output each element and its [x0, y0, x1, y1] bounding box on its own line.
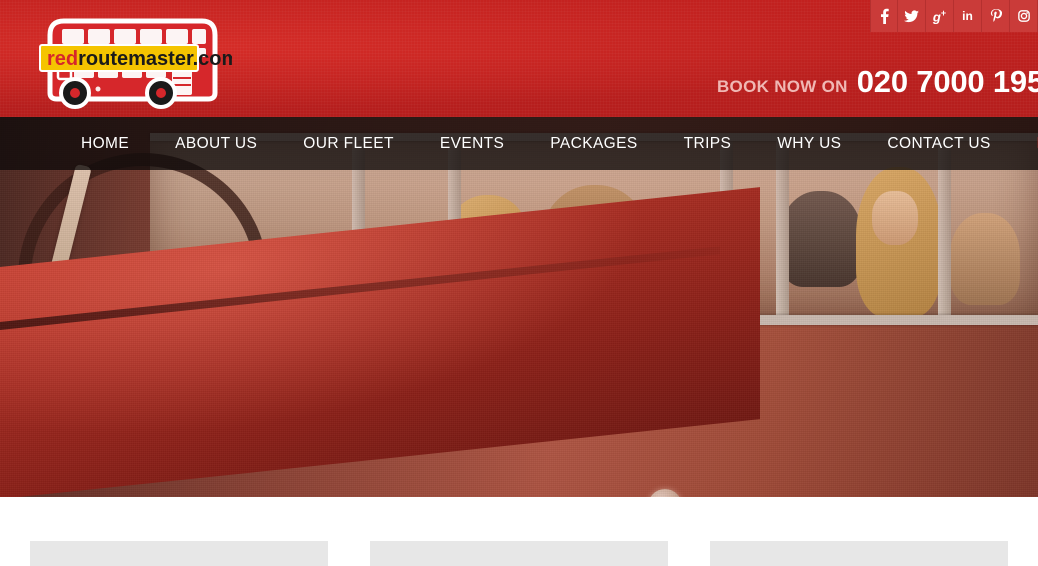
svg-text:redroutemaster.com: redroutemaster.com	[47, 48, 232, 70]
header-phone[interactable]: BOOK NOW ON 020 7000 195	[717, 64, 1038, 100]
nav-item-about-us[interactable]: ABOUT US	[152, 135, 280, 153]
nav-item-packages[interactable]: PACKAGES	[527, 135, 660, 153]
nav-item-events[interactable]: EVENTS	[417, 135, 527, 153]
phone-label: BOOK NOW ON	[716, 77, 848, 96]
page-root: redroutemaster.com g+ in BOOK NOW ON 020…	[0, 0, 1038, 566]
nav-item-book-now[interactable]: BOOK NOW	[1014, 135, 1038, 153]
facebook-icon[interactable]	[870, 0, 898, 32]
content-section: OUR FLEET OUR PACKAGES OUR EVENTS	[0, 497, 1038, 566]
nav-item-home[interactable]: HOME	[58, 135, 152, 153]
feature-card-our-packages[interactable]: OUR PACKAGES	[370, 541, 668, 566]
site-logo[interactable]: redroutemaster.com	[22, 5, 232, 110]
feature-card-our-fleet[interactable]: OUR FLEET	[30, 541, 328, 566]
instagram-icon[interactable]	[1010, 0, 1038, 32]
main-navigation: HOME ABOUT US OUR FLEET EVENTS PACKAGES …	[0, 117, 1038, 170]
phone-number: 020 7000 195	[856, 64, 1038, 99]
nav-item-our-fleet[interactable]: OUR FLEET	[280, 135, 417, 153]
site-header: redroutemaster.com g+ in BOOK NOW ON 020…	[0, 0, 1038, 117]
google-plus-icon[interactable]: g+	[926, 0, 954, 32]
nav-item-contact-us[interactable]: CONTACT US	[864, 135, 1013, 153]
nav-item-why-us[interactable]: WHY US	[754, 135, 864, 153]
feature-card-our-events[interactable]: OUR EVENTS	[710, 541, 1008, 566]
feature-cards: OUR FLEET OUR PACKAGES OUR EVENTS	[0, 541, 1038, 566]
pinterest-icon[interactable]	[982, 0, 1010, 32]
linkedin-icon[interactable]: in	[954, 0, 982, 32]
twitter-icon[interactable]	[898, 0, 926, 32]
nav-list: HOME ABOUT US OUR FLEET EVENTS PACKAGES …	[0, 135, 1038, 153]
hero-banner: RML 2683 f Like 66 Tweet	[0, 117, 1038, 497]
social-links: g+ in	[870, 0, 1038, 32]
hero-bus-photo: RML 2683	[0, 117, 1038, 497]
nav-item-trips[interactable]: TRIPS	[661, 135, 755, 153]
